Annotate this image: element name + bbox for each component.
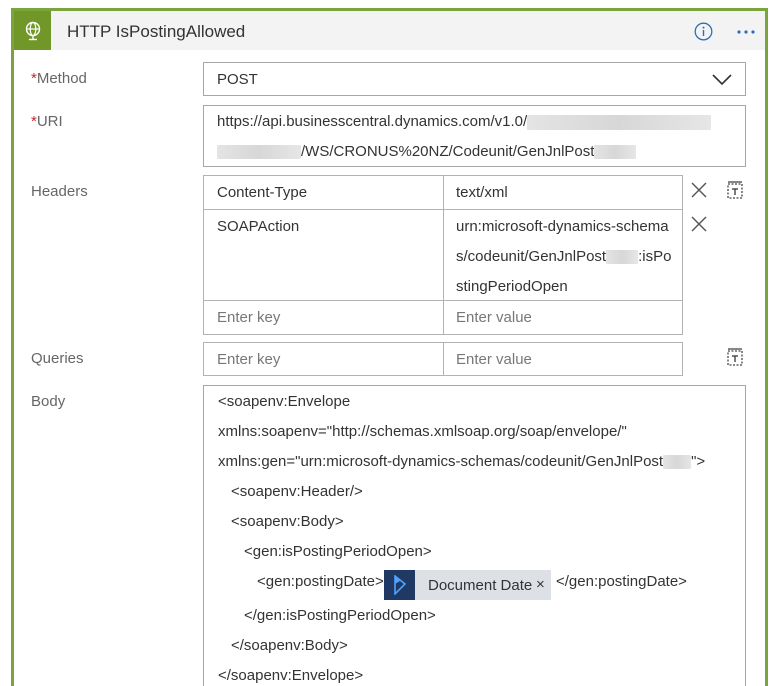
- delete-header-icon[interactable]: [691, 216, 707, 232]
- method-label-text: Method: [36, 70, 87, 87]
- body-label: Body: [31, 393, 66, 410]
- http-action-card: HTTP IsPostingAllowed *Method POST *URI …: [11, 8, 768, 686]
- header-value-line[interactable]: stingPeriodOpen: [456, 278, 568, 295]
- uri-label-text: URI: [36, 113, 63, 130]
- row-divider: [204, 209, 682, 210]
- body-line: <gen:postingDate>: [257, 573, 384, 590]
- token-label: Document Date: [428, 577, 533, 594]
- query-key-input[interactable]: Enter key: [217, 351, 280, 368]
- header-value-line[interactable]: s/codeunit/GenJnlPost :isPo: [456, 248, 671, 265]
- body-line: xmlns:gen="urn:microsoft-dynamics-schema…: [218, 453, 705, 470]
- uri-line-2-text: /WS/CRONUS%20NZ/Codeunit/GenJnlPost: [301, 143, 595, 160]
- column-divider: [443, 343, 444, 375]
- redacted-text: [217, 145, 301, 160]
- header-key-input[interactable]: Enter key: [217, 309, 280, 326]
- header-key[interactable]: Content-Type: [217, 184, 307, 201]
- header-key[interactable]: SOAPAction: [217, 218, 299, 235]
- uri-input[interactable]: https://api.businesscentral.dynamics.com…: [203, 105, 746, 167]
- body-line: <soapenv:Envelope: [218, 393, 351, 410]
- redacted-text: [594, 145, 637, 160]
- action-header[interactable]: HTTP IsPostingAllowed: [14, 11, 765, 50]
- dynamics-icon: [384, 570, 415, 600]
- redacted-text: [527, 114, 712, 130]
- query-value-input[interactable]: Enter value: [456, 351, 532, 368]
- body-line: </gen:postingDate>: [556, 573, 687, 590]
- document-date-token[interactable]: Document Date ×: [384, 570, 551, 600]
- uri-line-1: https://api.businesscentral.dynamics.com…: [217, 113, 712, 130]
- globe-icon: [14, 11, 51, 50]
- uri-line-2: /WS/CRONUS%20NZ/Codeunit/GenJnlPost: [217, 143, 637, 160]
- header-value[interactable]: text/xml: [456, 184, 508, 201]
- action-title: HTTP IsPostingAllowed: [67, 22, 246, 41]
- headers-table: Content-Type text/xml SOAPAction urn:mic…: [203, 175, 683, 335]
- remove-token-icon[interactable]: ×: [536, 577, 548, 592]
- info-icon[interactable]: [693, 21, 714, 42]
- switch-to-text-mode-icon[interactable]: [725, 347, 745, 367]
- method-label: *Method: [31, 70, 87, 87]
- body-line: </soapenv:Envelope>: [218, 667, 364, 684]
- header-value-input[interactable]: Enter value: [456, 309, 532, 326]
- delete-header-icon[interactable]: [691, 182, 707, 198]
- method-dropdown[interactable]: POST: [203, 62, 746, 96]
- header-value-text: s/codeunit/GenJnlPost: [456, 248, 607, 265]
- uri-line-1-text: https://api.businesscentral.dynamics.com…: [217, 113, 528, 130]
- redacted-text: [606, 250, 639, 265]
- queries-table: Enter key Enter value: [203, 342, 683, 376]
- method-value: POST: [217, 71, 258, 88]
- body-line-text: xmlns:gen="urn:microsoft-dynamics-schema…: [218, 453, 664, 470]
- body-editor[interactable]: <soapenv:Envelope xmlns:soapenv="http://…: [203, 385, 746, 686]
- body-line: </gen:isPostingPeriodOpen>: [244, 607, 436, 624]
- ellipsis-icon[interactable]: [733, 21, 759, 42]
- body-line: <soapenv:Header/>: [231, 483, 363, 500]
- body-line: <soapenv:Body>: [231, 513, 344, 530]
- body-line: xmlns:soapenv="http://schemas.xmlsoap.or…: [218, 423, 627, 440]
- header-value-text: :isPo: [638, 248, 672, 265]
- column-divider: [443, 176, 444, 334]
- chevron-down-icon: [712, 74, 732, 86]
- body-line: <gen:isPostingPeriodOpen>: [244, 543, 432, 560]
- headers-label: Headers: [31, 183, 88, 200]
- header-value-line[interactable]: urn:microsoft-dynamics-schema: [456, 218, 669, 235]
- uri-label: *URI: [31, 113, 63, 130]
- body-line: </soapenv:Body>: [231, 637, 348, 654]
- row-divider: [204, 300, 682, 301]
- redacted-text: [663, 455, 692, 470]
- queries-label: Queries: [31, 350, 84, 367]
- body-line-text: ">: [691, 453, 706, 470]
- switch-to-text-mode-icon[interactable]: [725, 180, 745, 200]
